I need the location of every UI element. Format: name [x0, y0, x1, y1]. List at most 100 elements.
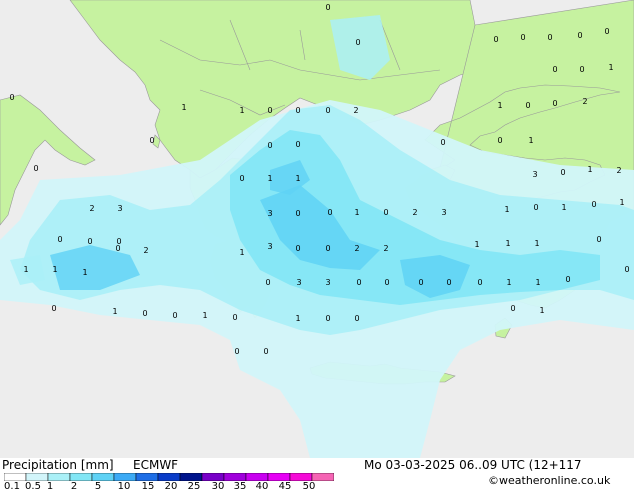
legend-tick-label: 1: [46, 481, 54, 490]
precip-value-label: 1: [295, 174, 300, 183]
map-footer: Precipitation [mm] ECMWF Mo 03-03-2025 0…: [0, 458, 634, 490]
precip-value-label: 0: [325, 244, 330, 253]
precip-value-label: 0: [354, 314, 359, 323]
precip-value-label: 1: [608, 63, 613, 72]
precip-value-label: 0: [440, 138, 445, 147]
legend-color-swatch: [25, 473, 49, 481]
precip-value-label: 0: [51, 304, 56, 313]
legend-color-swatch: [289, 473, 313, 481]
precip-value-label: 0: [418, 278, 423, 287]
legend-tick-label: 10: [117, 481, 131, 490]
precip-value-label: 1: [534, 239, 539, 248]
precip-value-label: 0: [325, 106, 330, 115]
precip-value-label: 0: [142, 309, 147, 318]
precip-value-label: 1: [504, 205, 509, 214]
precip-value-label: 0: [493, 35, 498, 44]
legend-tick-label: 5: [94, 481, 102, 490]
precip-value-label: 0: [239, 174, 244, 183]
legend-tick-label: 20: [164, 481, 178, 490]
forecast-datetime: Mo 03-03-2025 06..09 UTC (12+117: [364, 458, 582, 472]
precip-value-label: 2: [582, 97, 587, 106]
precip-value-label: 1: [23, 265, 28, 274]
precip-value-label: 0: [525, 101, 530, 110]
precip-value-label: 1: [539, 306, 544, 315]
precip-value-label: 0: [604, 27, 609, 36]
precip-value-label: 0: [325, 314, 330, 323]
map-title: Precipitation [mm]: [2, 458, 114, 472]
precip-value-label: 1: [528, 136, 533, 145]
precip-value-label: 1: [82, 268, 87, 277]
legend-tick-label: 15: [141, 481, 155, 490]
precip-value-label: 3: [532, 170, 537, 179]
precip-value-label: 0: [149, 136, 154, 145]
legend-color-swatch: [179, 473, 203, 481]
precip-value-label: 0: [9, 93, 14, 102]
legend-tick-label: 2: [70, 481, 78, 490]
legend-tick-label: 0.5: [25, 481, 41, 490]
precip-value-label: 0: [565, 275, 570, 284]
precip-value-label: 0: [579, 65, 584, 74]
legend-tick-label: 45: [278, 481, 292, 490]
precip-value-label: 2: [353, 106, 358, 115]
precip-value-label: 1: [295, 314, 300, 323]
legend-tick-label: 30: [211, 481, 225, 490]
precip-value-label: 1: [497, 101, 502, 110]
precip-value-label: 3: [267, 242, 272, 251]
precip-value-label: 1: [505, 239, 510, 248]
precip-value-label: 0: [547, 33, 552, 42]
precip-value-label: 3: [441, 208, 446, 217]
legend-color-swatch: [201, 473, 225, 481]
legend-tick-label: 40: [255, 481, 269, 490]
model-name: ECMWF: [133, 458, 179, 472]
precip-value-label: 0: [624, 265, 629, 274]
precip-value-label: 0: [591, 200, 596, 209]
legend-tick-label: 25: [187, 481, 201, 490]
legend-color-swatch: [223, 473, 247, 481]
legend-tick-label: 0.1: [4, 481, 20, 490]
legend-color-swatch: [267, 473, 291, 481]
precipitation-map: 0 0 0 0 0 0 0 0 0 1 0 1 1 0 0 0 2 1 0 0 2 0 0 0 0 0 1 0 3 0 1 2 0 1 1 2 3 0 1 0…: [0, 0, 634, 458]
precip-value-label: 0: [552, 99, 557, 108]
legend-color-swatch: [157, 473, 181, 481]
precip-value-label: 0: [295, 140, 300, 149]
precip-value-label: 1: [112, 307, 117, 316]
precip-value-label: 1: [561, 203, 566, 212]
precip-value-label: 0: [446, 278, 451, 287]
legend-tick-label: 35: [233, 481, 247, 490]
precip-value-label: 0: [33, 164, 38, 173]
precip-value-label: 1: [619, 198, 624, 207]
precip-value-label: 1: [354, 208, 359, 217]
weather-map-panel: 0000000001011000210020000010301201123010…: [0, 0, 634, 490]
precip-value-label: 1: [181, 103, 186, 112]
precip-value-label: 0: [477, 278, 482, 287]
precip-value-label: 0: [295, 244, 300, 253]
precip-value-label: 0: [384, 278, 389, 287]
precip-value-label: 0: [327, 208, 332, 217]
precip-value-label: 1: [239, 106, 244, 115]
precip-value-label: 0: [263, 347, 268, 356]
legend-colorbar: [4, 473, 334, 481]
precip-value-label: 0: [115, 244, 120, 253]
legend-color-swatch: [311, 473, 334, 481]
precip-value-label: 0: [383, 208, 388, 217]
precip-value-label: 0: [87, 237, 92, 246]
precip-value-label: 2: [383, 244, 388, 253]
legend-tick-label: 50: [302, 481, 316, 490]
legend-color-swatch: [69, 473, 93, 481]
legend-color-swatch: [245, 473, 269, 481]
precip-value-label: 0: [172, 311, 177, 320]
precip-value-label: 0: [577, 31, 582, 40]
precip-value-label: 0: [295, 209, 300, 218]
legend-color-swatch: [91, 473, 115, 481]
precip-value-label: 0: [533, 203, 538, 212]
legend-color-swatch: [4, 473, 27, 481]
precip-value-label: 3: [117, 204, 122, 213]
precip-value-label: 0: [267, 141, 272, 150]
precip-value-label: 0: [497, 136, 502, 145]
precip-value-label: 1: [587, 165, 592, 174]
precip-value-label: 0: [234, 347, 239, 356]
precip-value-label: 0: [295, 106, 300, 115]
precip-value-label: 0: [57, 235, 62, 244]
precip-value-label: 3: [267, 209, 272, 218]
precip-value-label: 0: [552, 65, 557, 74]
